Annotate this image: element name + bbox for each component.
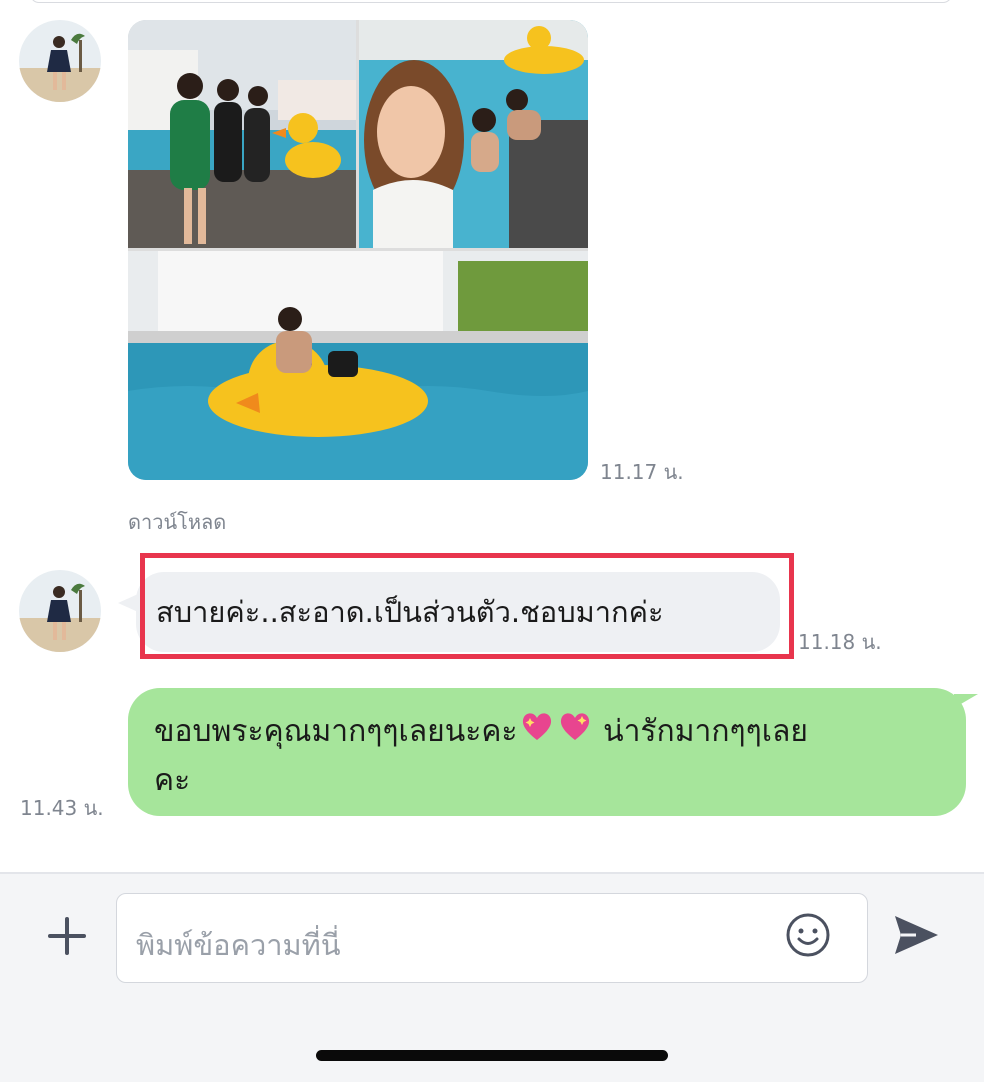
photo-selfie-pool bbox=[359, 20, 588, 248]
photo-tile-3[interactable] bbox=[128, 251, 588, 480]
message-input-placeholder: พิมพ์ข้อความที่นี่ bbox=[136, 928, 341, 962]
send-icon bbox=[895, 916, 938, 954]
photo-duck-float bbox=[128, 251, 588, 480]
sent-message-bubble[interactable]: ขอบพระคุณมากๆๆเลยนะคะ น่ารักมากๆๆเลย คะ bbox=[128, 688, 966, 816]
photo-tile-1[interactable] bbox=[128, 20, 356, 248]
sent-message-text: ขอบพระคุณมากๆๆเลยนะคะ bbox=[154, 714, 518, 749]
previous-message-edge bbox=[30, 0, 952, 3]
received-timestamp: 11.18 น. bbox=[798, 630, 882, 654]
photo-album[interactable] bbox=[128, 20, 588, 480]
avatar-photo bbox=[19, 20, 101, 102]
avatar-photo bbox=[19, 570, 101, 652]
sparkling-heart-icon bbox=[558, 709, 592, 757]
contact-avatar[interactable] bbox=[19, 20, 101, 102]
home-indicator[interactable] bbox=[316, 1050, 668, 1061]
emoji-button[interactable] bbox=[785, 912, 831, 958]
sent-timestamp: 11.43 น. bbox=[20, 796, 104, 820]
plus-icon bbox=[48, 917, 86, 955]
sent-message-line-2: คะ bbox=[154, 762, 191, 798]
smiley-icon bbox=[786, 913, 830, 957]
plus-button[interactable] bbox=[44, 916, 90, 956]
received-bubble-tail bbox=[118, 594, 138, 612]
photo-timestamp: 11.17 น. bbox=[600, 460, 684, 484]
photo-tile-2[interactable] bbox=[359, 20, 588, 248]
photo-group-by-pool bbox=[128, 20, 356, 248]
sparkling-heart-icon bbox=[520, 709, 554, 757]
sent-message-text: น่ารักมากๆๆเลย bbox=[603, 714, 808, 749]
highlight-annotation bbox=[140, 553, 794, 659]
contact-avatar[interactable] bbox=[19, 570, 101, 652]
download-link[interactable]: ดาวน์โหลด bbox=[128, 506, 226, 538]
send-button[interactable] bbox=[892, 912, 940, 958]
sent-message-line-1: ขอบพระคุณมากๆๆเลยนะคะ น่ารักมากๆๆเลย bbox=[154, 708, 942, 757]
